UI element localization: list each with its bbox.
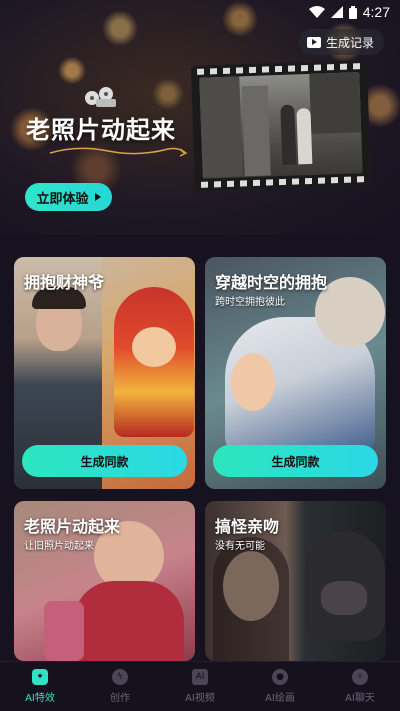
hero-title: 老照片动起来 [26, 116, 176, 144]
video-icon [306, 36, 321, 48]
nav-create[interactable]: ϟ 创作 [85, 669, 155, 704]
wifi-icon [308, 6, 325, 18]
nav-ai-video[interactable]: AI AI视频 [165, 669, 235, 704]
bottom-navigation: ✦ AI特效 ϟ 创作 AI AI视频 ● AI绘画 ✧ AI聊天 [0, 661, 400, 711]
try-now-label: 立即体验 [36, 191, 89, 207]
decorative-swirl [49, 147, 188, 157]
card-title: 老照片动起来 [24, 517, 121, 536]
god-face [132, 327, 176, 367]
effect-card-time-travel-hug[interactable]: 穿越时空的拥抱 跨时空拥抱彼此 生成同款 [205, 257, 386, 489]
gorilla-mouth [321, 581, 367, 615]
film-reel-icon [85, 87, 116, 107]
card-subtitle: 让旧照片动起来 [24, 541, 94, 552]
nav-ai-effects[interactable]: ✦ AI特效 [5, 669, 75, 704]
effect-card-hug-god-of-wealth[interactable]: 拥抱财神爷 生成同款 [14, 257, 195, 489]
old-photo [199, 72, 363, 179]
card-subtitle: 没有无可能 [215, 541, 265, 552]
bolt-icon: ϟ [112, 669, 128, 685]
nav-label: 创作 [110, 693, 130, 704]
nav-label: AI视频 [185, 693, 215, 704]
generate-same-button[interactable]: 生成同款 [213, 445, 378, 477]
film-strip-image [190, 59, 372, 192]
try-now-button[interactable]: 立即体验 [25, 183, 112, 211]
nav-ai-chat[interactable]: ✧ AI聊天 [325, 669, 395, 704]
hero-banner[interactable]: 4:27 生成记录 老照片动起来 立即体验 [0, 0, 400, 235]
cellular-icon [330, 6, 343, 18]
card-title: 搞怪亲吻 [215, 517, 280, 536]
woman-hair [213, 537, 289, 661]
battery-icon [348, 5, 357, 19]
card-subtitle: 跨时空拥抱彼此 [215, 297, 285, 308]
ai-video-icon: AI [192, 669, 208, 685]
status-bar: 4:27 [0, 0, 400, 24]
history-label: 生成记录 [325, 35, 374, 50]
effect-card-funny-kiss[interactable]: 搞怪亲吻 没有无可能 [205, 501, 386, 661]
nav-ai-painting[interactable]: ● AI绘画 [245, 669, 315, 704]
palette-icon: ● [272, 669, 288, 685]
generation-history-button[interactable]: 生成记录 [298, 29, 384, 55]
card-title: 穿越时空的拥抱 [215, 273, 328, 292]
chat-icon: ✧ [352, 669, 368, 685]
nav-label: AI聊天 [345, 693, 375, 704]
play-arrow-icon [94, 193, 101, 201]
nav-label: AI绘画 [265, 693, 295, 704]
baby-sweater [74, 581, 184, 661]
clock: 4:27 [362, 4, 390, 20]
sparkle-icon: ✦ [32, 669, 48, 685]
effect-card-old-photo-animate[interactable]: 老照片动起来 让旧照片动起来 [14, 501, 195, 661]
nav-label: AI特效 [25, 693, 55, 704]
generate-same-button[interactable]: 生成同款 [22, 445, 187, 477]
toy-bike [44, 601, 84, 661]
card-title: 拥抱财神爷 [24, 273, 105, 292]
face [231, 353, 275, 411]
